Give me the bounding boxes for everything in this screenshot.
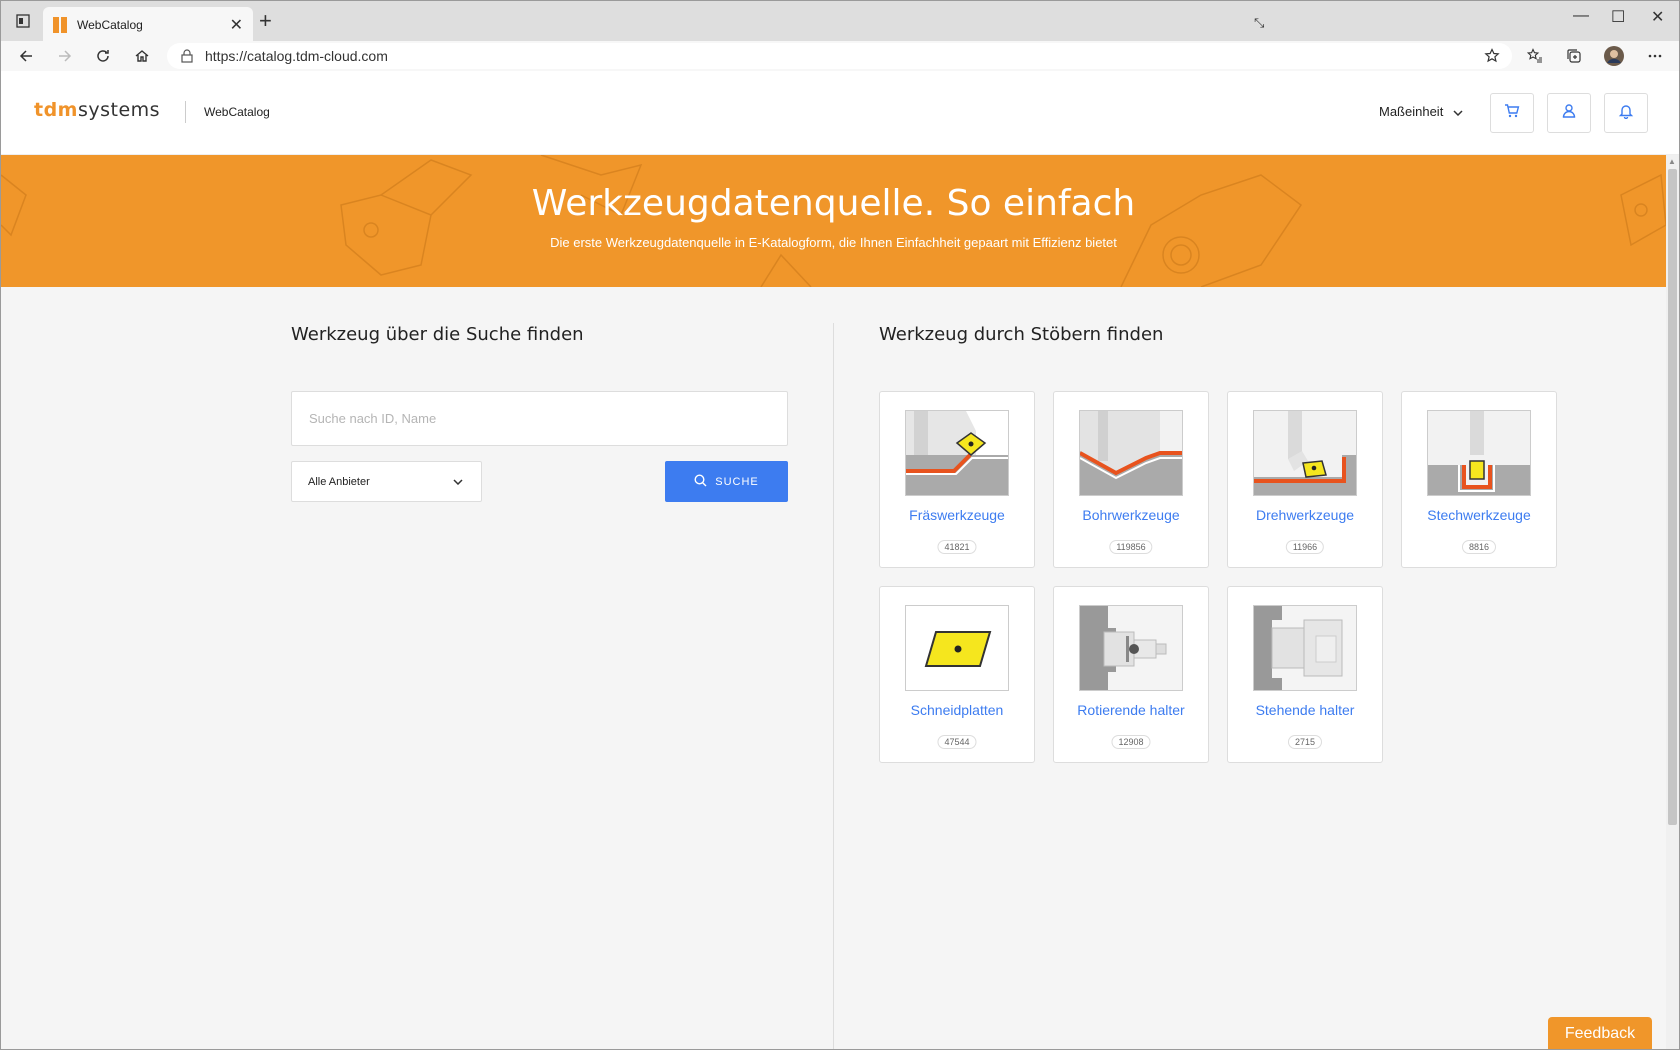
favorites-icon[interactable] xyxy=(1524,45,1546,67)
user-button[interactable] xyxy=(1547,93,1591,133)
hero-title: Werkzeugdatenquelle. So einfach xyxy=(531,183,1136,224)
forward-icon[interactable] xyxy=(54,45,76,67)
category-card-stehende-halter[interactable]: Stehende halter 2715 xyxy=(1227,586,1383,763)
category-count-badge: 11966 xyxy=(1285,540,1325,554)
tdm-systems-logo[interactable]: tdmsystems xyxy=(34,99,160,121)
webcatalog-app: tdmsystems WebCatalog Maßeinheit Werkzeu… xyxy=(0,71,1680,1050)
browser-tab[interactable]: WebCatalog ✕ xyxy=(43,7,253,42)
address-bar[interactable]: https://catalog.tdm-cloud.com xyxy=(167,43,1512,69)
category-count-badge: 8816 xyxy=(1461,540,1497,554)
cart-button[interactable] xyxy=(1490,93,1534,133)
new-tab-icon[interactable]: + xyxy=(259,10,272,32)
category-label: Stehende halter xyxy=(1255,702,1355,718)
category-card-drehwerkzeuge[interactable]: Drehwerkzeuge 11966 xyxy=(1227,391,1383,568)
chevron-down-icon xyxy=(1453,104,1463,119)
search-input[interactable] xyxy=(291,391,788,446)
close-window-icon[interactable]: ✕ xyxy=(1651,7,1664,27)
category-count-badge: 47544 xyxy=(937,735,977,749)
tab-actions-icon[interactable] xyxy=(11,9,35,33)
category-card-fraeswerkzeuge[interactable]: Fräswerkzeuge 41821 xyxy=(879,391,1035,568)
profile-avatar-icon[interactable] xyxy=(1603,45,1625,67)
chevron-down-icon xyxy=(453,476,463,488)
vendor-selected-label: Alle Anbieter xyxy=(308,475,370,488)
app-header: tdmsystems WebCatalog Maßeinheit xyxy=(1,71,1679,155)
search-button-label: SUCHE xyxy=(715,475,759,488)
search-button[interactable]: SUCHE xyxy=(665,461,788,502)
user-icon xyxy=(1561,103,1577,124)
grooving-tool-icon xyxy=(1427,410,1531,496)
category-card-schneidplatten[interactable]: Schneidplatten 47544 xyxy=(879,586,1035,763)
cart-icon xyxy=(1504,103,1520,124)
category-card-rotierende-halter[interactable]: Rotierende halter 12908 xyxy=(1053,586,1209,763)
lock-icon xyxy=(181,49,193,63)
category-label: Stechwerkzeuge xyxy=(1427,507,1531,523)
category-label: Bohrwerkzeuge xyxy=(1082,507,1180,523)
search-section-title: Werkzeug über die Suche finden xyxy=(291,324,584,345)
category-label: Rotierende halter xyxy=(1077,702,1185,718)
scrollbar-thumb[interactable] xyxy=(1668,169,1677,825)
browser-tab-bar: WebCatalog ✕ + ⤡ — ☐ ✕ xyxy=(0,0,1680,42)
brand-label: WebCatalog xyxy=(204,105,270,119)
minimize-window-icon[interactable]: — xyxy=(1573,7,1589,25)
turning-tool-icon xyxy=(1253,410,1357,496)
logo-divider xyxy=(185,101,186,123)
webcatalog-favicon-icon xyxy=(53,16,67,33)
drilling-tool-icon xyxy=(1079,410,1183,496)
maximize-window-icon[interactable]: ☐ xyxy=(1611,7,1625,27)
category-card-stechwerkzeuge[interactable]: Stechwerkzeuge 8816 xyxy=(1401,391,1557,568)
resize-cursor-icon: ⤡ xyxy=(1254,15,1265,30)
page-scrollbar[interactable]: ▲ xyxy=(1666,155,1679,1049)
home-icon[interactable] xyxy=(131,45,153,67)
vendor-select[interactable]: Alle Anbieter xyxy=(291,461,482,502)
category-count-badge: 12908 xyxy=(1111,735,1151,749)
back-icon[interactable] xyxy=(15,45,37,67)
category-card-bohrwerkzeuge[interactable]: Bohrwerkzeuge 119856 xyxy=(1053,391,1209,568)
bell-icon xyxy=(1618,103,1634,124)
milling-tool-icon xyxy=(905,410,1009,496)
scroll-up-icon[interactable]: ▲ xyxy=(1668,157,1676,166)
browser-toolbar: https://catalog.tdm-cloud.com xyxy=(0,41,1680,71)
feedback-button[interactable]: Feedback xyxy=(1548,1017,1652,1049)
unit-label: Maßeinheit xyxy=(1379,104,1444,119)
stationary-holder-icon xyxy=(1253,605,1357,691)
browse-section-title: Werkzeug durch Stöbern finden xyxy=(879,324,1164,345)
rotating-holder-icon xyxy=(1079,605,1183,691)
add-favorite-icon[interactable] xyxy=(1481,45,1503,67)
unit-dropdown[interactable]: Maßeinheit xyxy=(1379,104,1463,119)
refresh-icon[interactable] xyxy=(92,45,114,67)
tab-title: WebCatalog xyxy=(77,17,143,32)
more-menu-icon[interactable] xyxy=(1644,45,1666,67)
hero-subtitle: Die erste Werkzeugdatenquelle in E-Katal… xyxy=(550,235,1117,250)
category-label: Drehwerkzeuge xyxy=(1255,507,1355,523)
category-label: Fräswerkzeuge xyxy=(909,507,1005,523)
category-count-badge: 2715 xyxy=(1287,735,1323,749)
close-tab-icon[interactable]: ✕ xyxy=(230,15,243,35)
notifications-button[interactable] xyxy=(1604,93,1648,133)
hero-banner: Werkzeugdatenquelle. So einfach Die erst… xyxy=(1,155,1666,287)
section-divider xyxy=(833,323,834,1049)
url-text: https://catalog.tdm-cloud.com xyxy=(205,48,388,64)
collections-icon[interactable] xyxy=(1563,45,1585,67)
category-count-badge: 41821 xyxy=(937,540,977,554)
cutting-insert-icon xyxy=(905,605,1009,691)
category-label: Schneidplatten xyxy=(910,702,1004,718)
search-icon xyxy=(694,473,707,490)
category-count-badge: 119856 xyxy=(1109,540,1153,554)
